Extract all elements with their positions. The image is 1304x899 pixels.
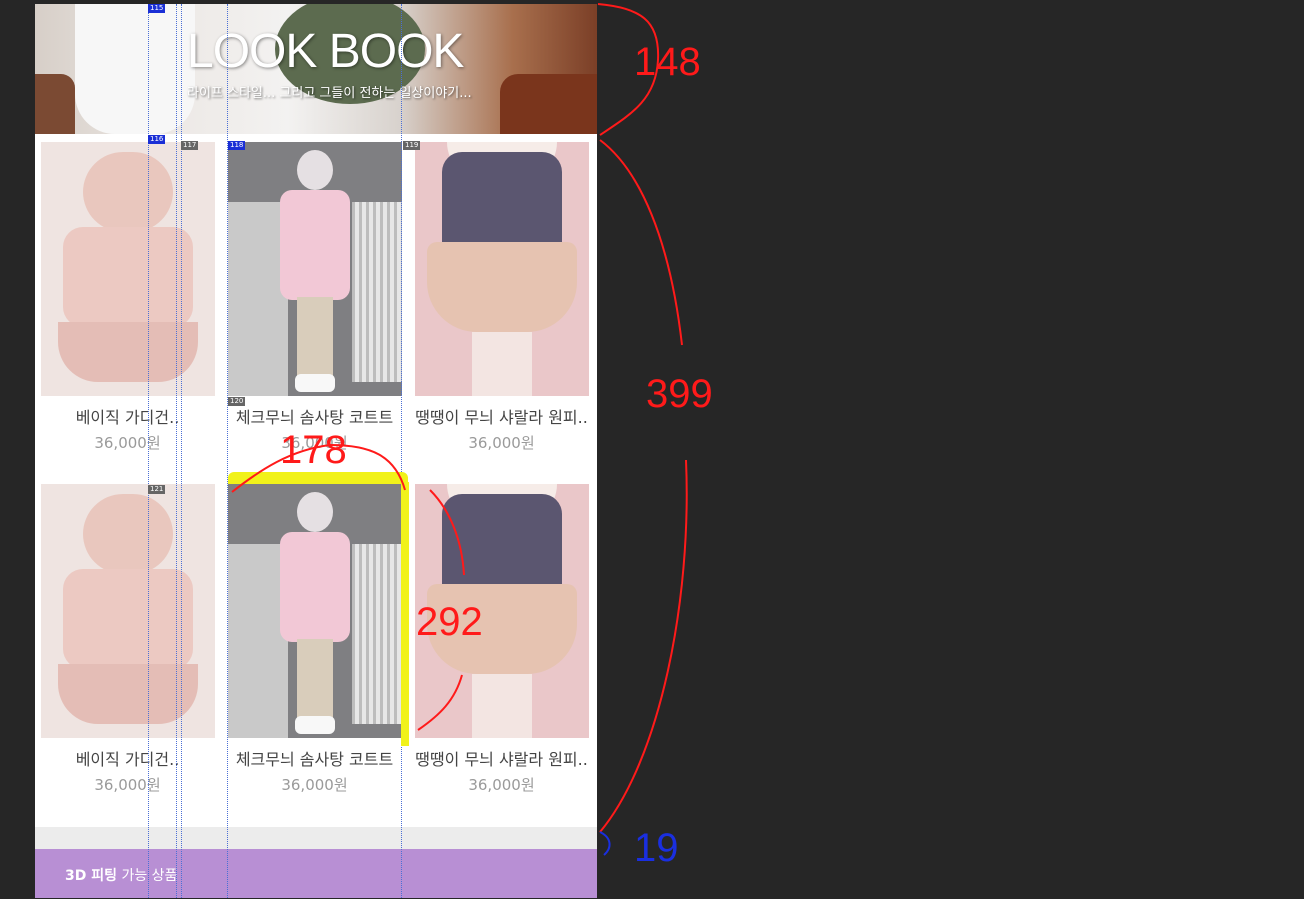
product-name[interactable]: 체크무늬 솜사탕 코트트 — [222, 404, 407, 428]
guide-line — [181, 4, 182, 898]
product-card[interactable]: 베이직 가디건.. 36,000원 — [35, 484, 220, 795]
product-card[interactable]: 베이직 가디건.. 36,000원 — [35, 142, 220, 453]
product-price: 36,000원 — [94, 434, 161, 452]
product-image-coat[interactable] — [227, 142, 402, 396]
banner-title: LOOK BOOK — [187, 25, 464, 78]
product-price: 36,000원 — [94, 776, 161, 794]
3d-fitting-label: 3D 피팅 가능 상품 — [65, 865, 177, 885]
slice-tag: 119 — [403, 141, 421, 150]
banner-photo-chair — [500, 74, 597, 134]
guide-line — [401, 4, 402, 898]
product-image-skirt[interactable] — [414, 142, 589, 396]
annotation-height-banner: 148 — [634, 40, 701, 84]
product-price: 36,000원 — [468, 434, 535, 452]
slice-tag: 116 — [148, 135, 166, 144]
product-card[interactable]: 땡땡이 무늬 샤랄라 원피.. 36,000원 — [409, 142, 594, 453]
slice-tag: 118 — [228, 141, 246, 150]
slice-tag: 115 — [148, 4, 166, 13]
banner-photo-person — [75, 4, 195, 134]
slice-tag: 120 — [228, 397, 246, 406]
product-name[interactable]: 땡땡이 무늬 샤랄라 원피.. — [409, 746, 594, 770]
spacer-band — [35, 827, 597, 849]
lookbook-banner[interactable]: LOOK BOOK 라이프 스타일... 그리고 그들이 전하는 일상이야기..… — [35, 4, 597, 134]
product-name[interactable]: 체크무늬 솜사탕 코트트 — [222, 746, 407, 770]
product-price: 36,000원 — [281, 776, 348, 794]
product-price: 36,000원 — [468, 776, 535, 794]
guide-line — [176, 4, 177, 898]
product-name[interactable]: 베이직 가디건.. — [35, 404, 220, 428]
guide-line — [227, 4, 228, 898]
highlight-marker-top — [228, 472, 408, 484]
product-card[interactable]: 체크무늬 솜사탕 코트트 36,000원 — [222, 142, 407, 453]
slice-tag: 117 — [181, 141, 199, 150]
annotation-height-image: 292 — [416, 600, 483, 644]
product-name[interactable]: 땡땡이 무늬 샤랄라 원피.. — [409, 404, 594, 428]
product-card[interactable]: 체크무늬 솜사탕 코트트 36,000원 — [222, 484, 407, 795]
product-name[interactable]: 베이직 가디건.. — [35, 746, 220, 770]
product-image-coat[interactable] — [227, 484, 402, 738]
banner-subtitle: 라이프 스타일... 그리고 그들이 전하는 일상이야기... — [187, 86, 472, 101]
highlight-marker — [401, 482, 409, 746]
product-image-cardigan[interactable] — [40, 484, 215, 738]
product-image-cardigan[interactable] — [40, 142, 215, 396]
3d-fitting-bar[interactable]: 3D 피팅 가능 상품 — [35, 849, 597, 898]
3d-fitting-label-bold: 3D 피팅 — [65, 868, 117, 884]
slice-tag: 121 — [148, 485, 166, 494]
annotation-height-row: 399 — [646, 372, 713, 416]
annotation-height-gap: 19 — [634, 826, 679, 870]
annotation-width-item: 178 — [280, 428, 347, 472]
banner-photo-chair-left — [35, 74, 75, 134]
